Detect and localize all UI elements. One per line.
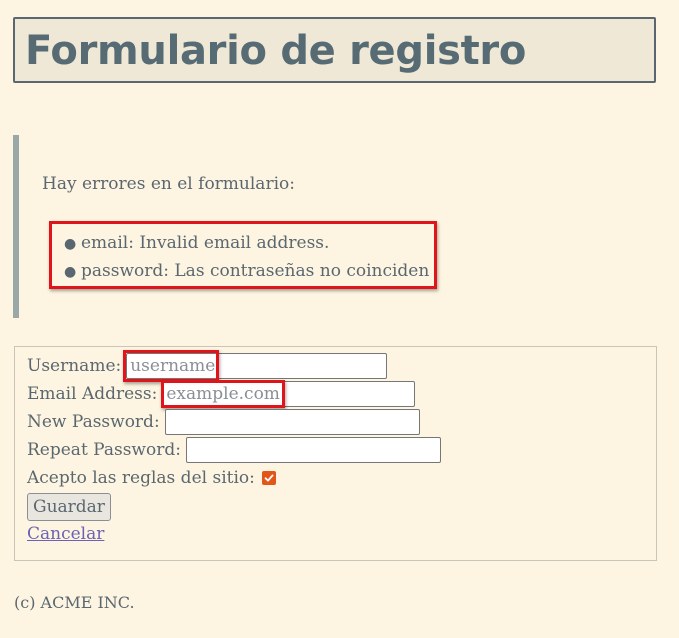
error-list-highlight: ● email: Invalid email address. ● password… — [49, 221, 437, 289]
email-row: Email Address: example.com — [27, 381, 416, 407]
repeat-password-field[interactable] — [185, 437, 441, 463]
error-item-text: email: Invalid email address. — [81, 233, 330, 253]
registration-form: Username: username Email Address: exampl… — [14, 346, 657, 561]
error-item-text: password: Las contraseñas no coinciden — [81, 261, 430, 281]
new-password-label: New Password: — [27, 412, 160, 432]
accept-rules-row: Acepto las reglas del sitio: — [27, 465, 276, 491]
accept-rules-checkbox[interactable] — [261, 471, 276, 485]
email-value: example.com — [166, 384, 280, 404]
username-field[interactable]: username — [126, 353, 388, 379]
checkmark-icon — [264, 474, 274, 482]
accept-rules-label: Acepto las reglas del sitio: — [27, 468, 255, 488]
error-panel: Hay errores en el formulario: ● email: In… — [13, 135, 653, 318]
new-password-field[interactable] — [164, 409, 420, 435]
username-row: Username: username — [27, 353, 388, 379]
footer-copyright: (c) ACME INC. — [14, 593, 135, 612]
new-password-row: New Password: — [27, 409, 420, 435]
username-label: Username: — [27, 356, 122, 376]
save-button[interactable]: Guardar — [27, 493, 111, 521]
repeat-password-label: Repeat Password: — [27, 440, 181, 460]
page-title: Formulario de registro — [25, 28, 527, 74]
repeat-password-row: Repeat Password: — [27, 437, 441, 463]
bullet-icon: ● — [64, 236, 77, 252]
error-list: ● email: Invalid email address. ● password… — [64, 230, 429, 286]
email-label: Email Address: — [27, 384, 158, 404]
username-value: username — [130, 356, 216, 376]
error-item: ● password: Las contraseñas no coinciden — [64, 258, 429, 286]
error-intro: Hay errores en el formulario: — [42, 174, 295, 194]
error-item: ● email: Invalid email address. — [64, 230, 429, 258]
cancel-link[interactable]: Cancelar — [27, 523, 104, 545]
email-field[interactable]: example.com — [162, 381, 416, 407]
page-header: Formulario de registro — [13, 17, 656, 83]
bullet-icon: ● — [64, 264, 77, 280]
